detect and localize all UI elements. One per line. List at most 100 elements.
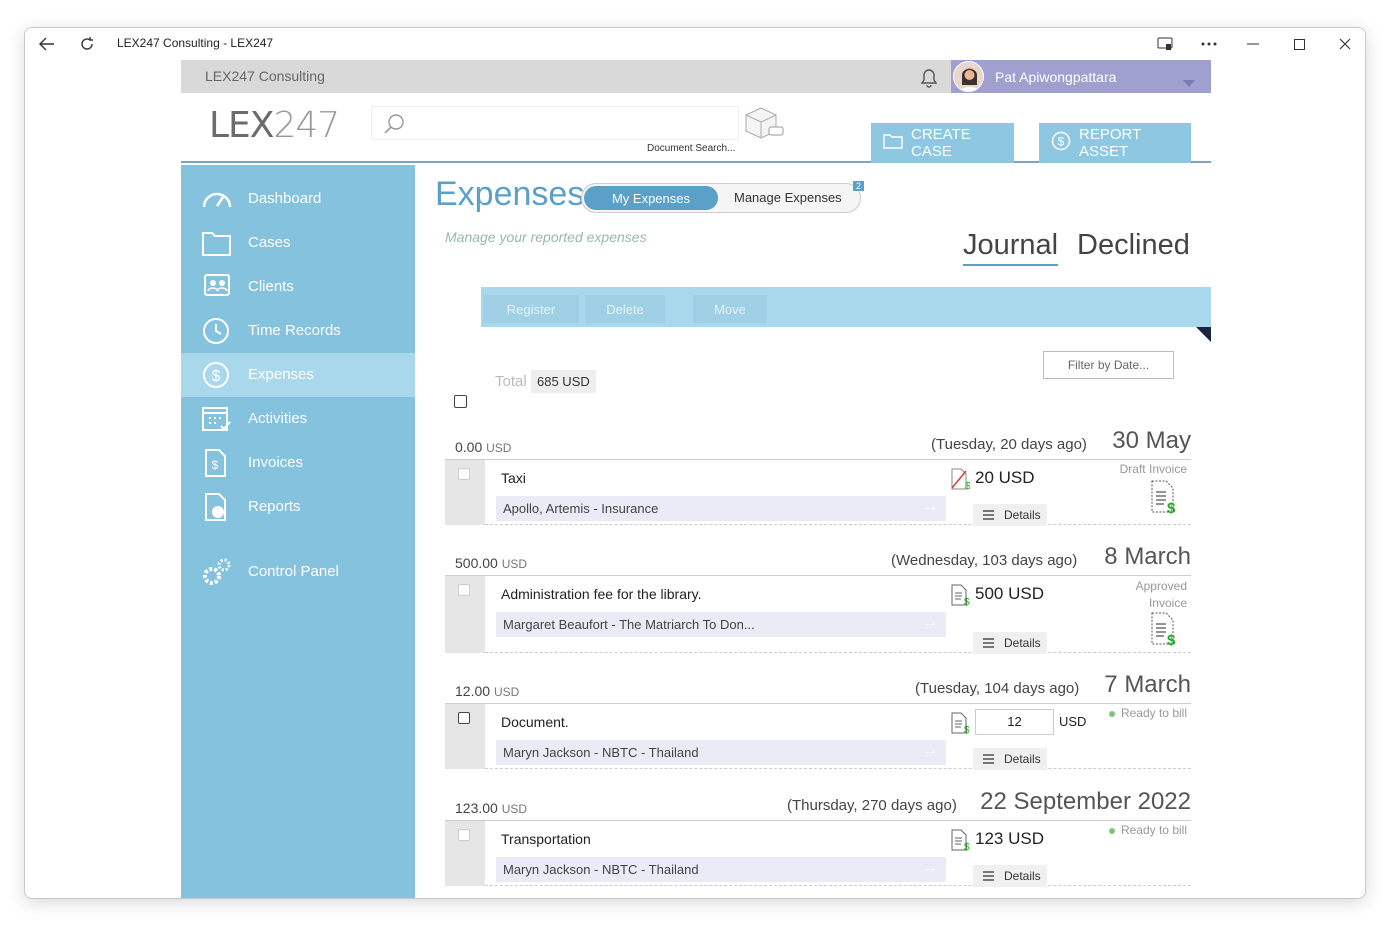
expense-group: 12.00 USD (Tuesday, 104 days ago) 7 Marc… <box>445 671 1191 771</box>
create-case-label: CREATE CASE <box>911 126 971 160</box>
clients-icon <box>201 273 233 301</box>
page-title: Expenses <box>435 175 585 213</box>
bell-icon[interactable] <box>917 65 941 94</box>
expense-client[interactable]: Maryn Jackson - NBTC - Thailand → <box>496 857 946 882</box>
more-icon[interactable] <box>1195 32 1223 56</box>
total-label: Total <box>495 373 527 390</box>
row-checkbox[interactable] <box>458 712 470 724</box>
expense-amount: 123 USD <box>975 829 1044 848</box>
org-name: LEX247 Consulting <box>205 68 325 84</box>
expense-client[interactable]: Maryn Jackson - NBTC - Thailand → <box>496 740 946 765</box>
row-select-strip <box>445 576 485 653</box>
svg-text:$: $ <box>1167 500 1176 514</box>
avatar <box>953 61 984 92</box>
details-button[interactable]: Details <box>973 632 1047 654</box>
report-asset-label: REPORT ASSET <box>1079 126 1141 160</box>
tab-declined[interactable]: Declined <box>1077 229 1190 262</box>
report-icon <box>201 493 233 521</box>
invoice-doc-icon: $ <box>950 829 970 853</box>
status-dot <box>1108 827 1115 834</box>
total-value: 685 USD <box>531 370 596 393</box>
row-checkbox[interactable] <box>458 829 470 841</box>
action-bar: Register Delete Move <box>481 287 1211 327</box>
folder-icon <box>883 133 903 153</box>
row-checkbox[interactable] <box>458 468 470 480</box>
report-asset-button[interactable]: $ REPORT ASSET <box>1039 123 1191 163</box>
details-button[interactable]: Details <box>973 504 1047 526</box>
sidebar-item-time-records[interactable]: Time Records <box>181 309 415 353</box>
svg-text:$: $ <box>1167 632 1176 646</box>
details-button[interactable]: Details <box>973 865 1047 887</box>
invoice-doc-icon: $ <box>950 712 970 736</box>
expense-description: Taxi <box>501 470 526 486</box>
search-icon <box>382 112 406 141</box>
tab-journal[interactable]: Journal <box>963 229 1059 266</box>
group-amount: 500.00 USD <box>455 555 528 571</box>
top-bar: LEX247 Consulting Pat Apiwongpattara <box>181 60 1211 93</box>
search-input[interactable] <box>371 106 739 140</box>
page-subtitle: Manage your reported expenses <box>445 229 647 245</box>
sidebar-item-control-panel[interactable]: Control Panel <box>181 550 415 594</box>
close-icon[interactable] <box>1331 32 1359 56</box>
amount-input[interactable]: 12 <box>975 709 1054 735</box>
group-date: 22 September 2022 <box>980 788 1191 815</box>
delete-button[interactable]: Delete <box>585 295 665 323</box>
window-title: LEX247 Consulting - LEX247 <box>117 36 274 50</box>
maximize-icon[interactable] <box>1285 32 1313 56</box>
expense-row[interactable]: Administration fee for the library. Marg… <box>445 575 1191 654</box>
row-checkbox[interactable] <box>458 584 470 596</box>
status-label: Ready to bill <box>1108 823 1187 837</box>
chevron-down-icon[interactable] <box>1183 74 1195 92</box>
group-amount: 123.00 USD <box>455 800 528 816</box>
select-all-checkbox[interactable] <box>454 395 467 408</box>
menu-lines-icon <box>983 871 994 881</box>
sidebar-item-reports[interactable]: Reports <box>181 485 415 529</box>
invoice-icon: $ <box>201 449 233 477</box>
no-invoice-doc-icon: $ <box>950 468 971 492</box>
group-relative-date: (Tuesday, 20 days ago) <box>931 436 1087 453</box>
back-icon[interactable] <box>33 32 61 56</box>
dollar-circle-icon: $ <box>201 361 233 389</box>
expense-group: 500.00 USD (Wednesday, 103 days ago) 8 M… <box>445 543 1191 654</box>
refresh-icon[interactable] <box>73 32 101 56</box>
minimize-icon[interactable] <box>1239 32 1267 56</box>
invoice-doc-icon: $ <box>950 584 970 608</box>
expense-row[interactable]: Taxi Apollo, Artemis - Insurance→ $ 20 U… <box>445 459 1191 526</box>
svg-text:$: $ <box>965 481 970 490</box>
arrow-right-icon: → <box>922 498 938 515</box>
search-label: Document Search... <box>647 143 736 154</box>
cast-icon[interactable] <box>1151 32 1179 56</box>
sidebar-item-cases[interactable]: Cases <box>181 221 415 265</box>
user-menu[interactable]: Pat Apiwongpattara <box>951 60 1211 93</box>
expense-row[interactable]: Transportation Maryn Jackson - NBTC - Th… <box>445 820 1191 887</box>
sidebar-item-invoices[interactable]: $ Invoices <box>181 441 415 485</box>
sidebar-item-activities[interactable]: Activities <box>181 397 415 441</box>
title-bar: LEX247 Consulting - LEX247 <box>25 28 1365 60</box>
expense-client[interactable]: Apollo, Artemis - Insurance → <box>496 496 946 521</box>
group-date: 30 May <box>1112 427 1191 454</box>
filter-by-date-button[interactable]: Filter by Date... <box>1043 351 1174 379</box>
status-label: Ready to bill <box>1108 706 1187 720</box>
create-case-button[interactable]: CREATE CASE <box>871 123 1014 163</box>
group-amount: 0.00 USD <box>455 439 512 455</box>
move-button[interactable]: Move <box>693 295 767 323</box>
tab-manage-expenses[interactable]: Manage Expenses <box>734 190 842 205</box>
invoice-status-icon[interactable]: $ <box>1149 480 1181 517</box>
document-box-icon[interactable] <box>743 105 785 146</box>
expense-client[interactable]: Margaret Beaufort - The Matriarch To Don… <box>496 612 946 637</box>
sidebar-item-expenses[interactable]: $ Expenses <box>181 353 415 397</box>
register-button[interactable]: Register <box>483 295 579 323</box>
sidebar-item-clients[interactable]: Clients <box>181 265 415 309</box>
expense-row[interactable]: Document. Maryn Jackson - NBTC - Thailan… <box>445 703 1191 770</box>
expense-group: 123.00 USD (Thursday, 270 days ago) 22 S… <box>445 788 1191 888</box>
lex247-logo[interactable]: LEX247 <box>209 105 340 146</box>
lex247-app: LEX247 Consulting Pat Apiwongpattara LEX… <box>181 60 1211 898</box>
invoice-status-icon[interactable]: $ <box>1149 612 1181 649</box>
dollar-circle-icon: $ <box>1051 131 1071 155</box>
amount-unit: USD <box>1059 714 1087 729</box>
details-button[interactable]: Details <box>973 748 1047 770</box>
tab-my-expenses[interactable]: My Expenses <box>584 186 718 210</box>
row-select-strip <box>445 460 485 525</box>
sidebar-item-dashboard[interactable]: Dashboard <box>181 177 415 221</box>
svg-text:$: $ <box>964 597 970 606</box>
